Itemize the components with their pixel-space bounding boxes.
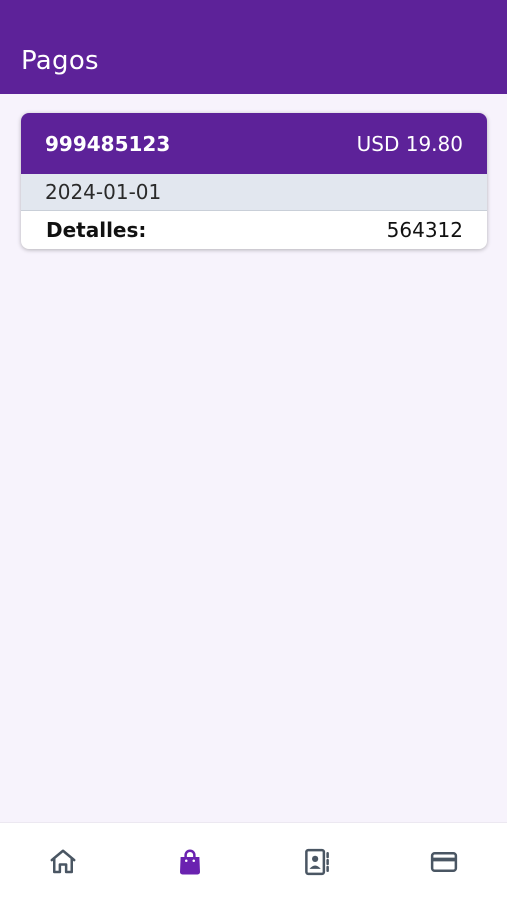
home-icon xyxy=(48,847,78,877)
nav-item-purchases[interactable] xyxy=(127,823,254,900)
nav-item-home[interactable] xyxy=(0,823,127,900)
payment-date-row: 2024-01-01 xyxy=(21,174,487,211)
nav-item-cards[interactable] xyxy=(380,823,507,900)
payment-id: 999485123 xyxy=(45,131,171,156)
details-value: 564312 xyxy=(386,218,463,242)
page-title: Pagos xyxy=(21,46,99,76)
payment-details-row: Detalles: 564312 xyxy=(21,211,487,249)
nav-item-contacts[interactable] xyxy=(254,823,381,900)
details-label: Detalles: xyxy=(46,218,147,242)
payment-card-header: 999485123 USD 19.80 xyxy=(21,113,487,174)
bottom-navigation xyxy=(0,822,507,900)
payments-list: 999485123 USD 19.80 2024-01-01 Detalles:… xyxy=(0,94,507,822)
payment-card[interactable]: 999485123 USD 19.80 2024-01-01 Detalles:… xyxy=(21,113,487,249)
credit-card-icon xyxy=(428,847,460,877)
app-bar: Pagos xyxy=(0,0,507,94)
shopping-bag-icon xyxy=(175,847,205,877)
app-screen: Pagos 999485123 USD 19.80 2024-01-01 Det… xyxy=(0,0,507,900)
payment-date: 2024-01-01 xyxy=(45,180,162,204)
contacts-book-icon xyxy=(302,847,332,877)
payment-amount: USD 19.80 xyxy=(356,131,463,156)
